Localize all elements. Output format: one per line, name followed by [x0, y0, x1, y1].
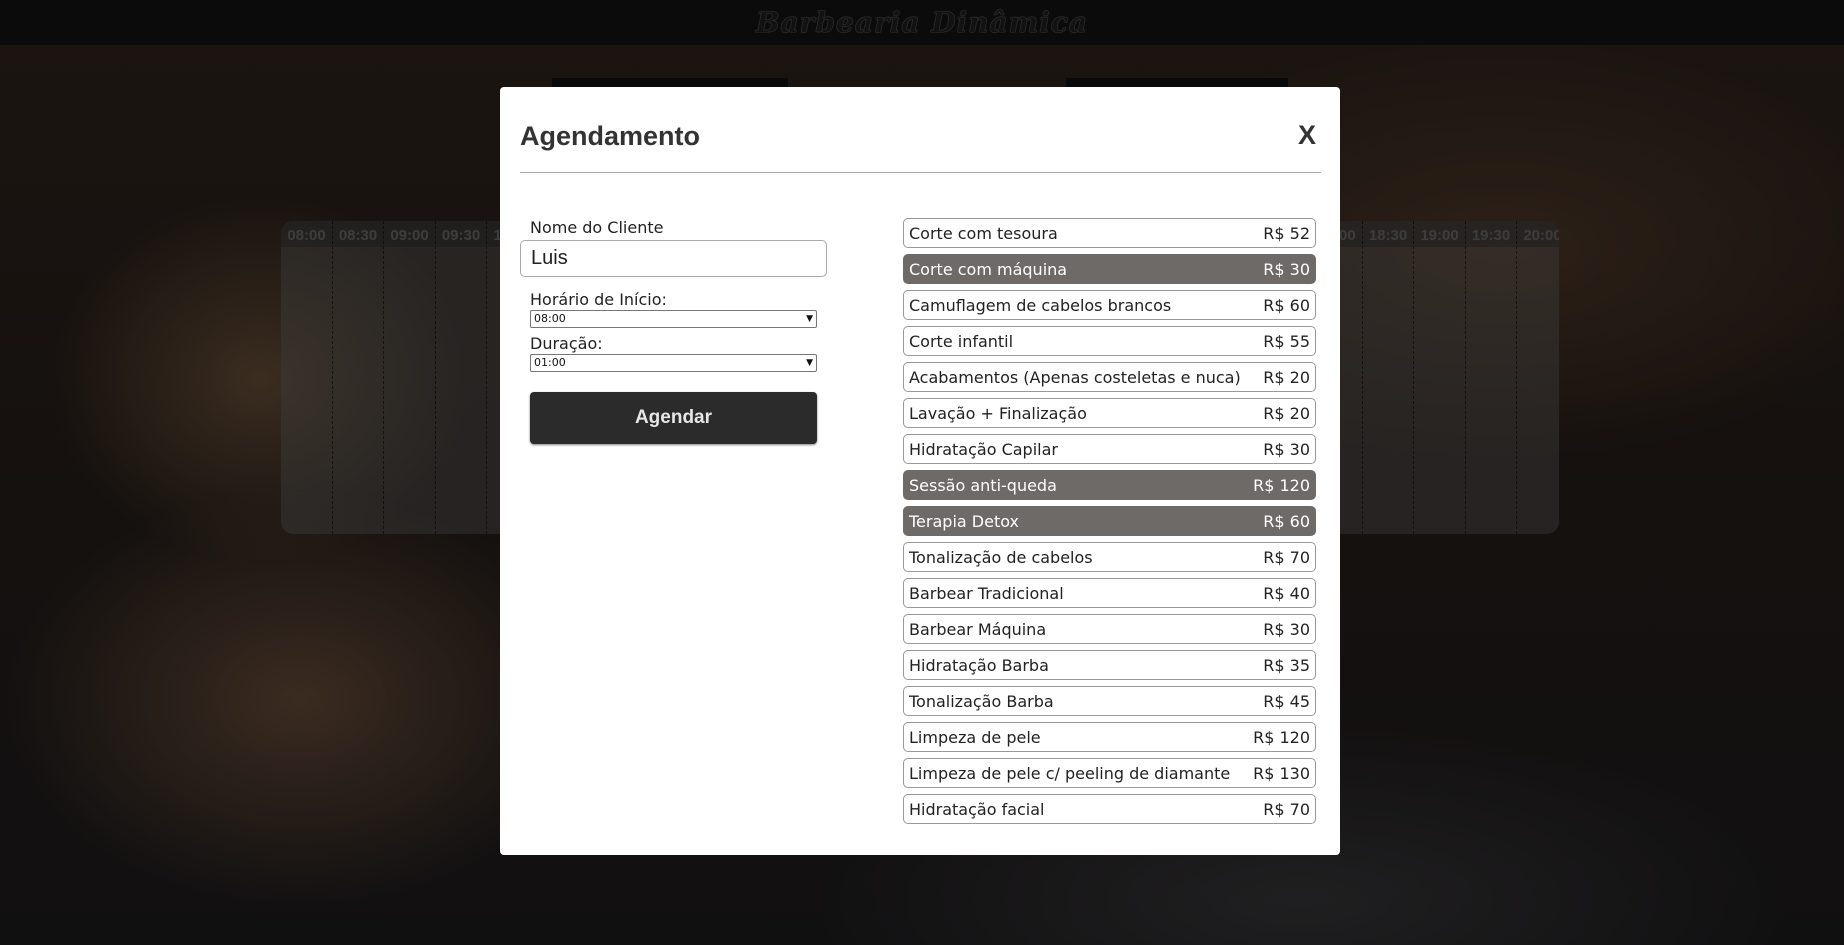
service-item[interactable]: Acabamentos (Apenas costeletas e nuca) R$… — [903, 362, 1316, 392]
service-item[interactable]: Sessão anti-queda R$ 120 — [903, 470, 1316, 500]
duration-select[interactable]: 01:00 ▼ — [530, 354, 817, 372]
service-item[interactable]: Barbear Máquina R$ 30 — [903, 614, 1316, 644]
client-name-input[interactable] — [520, 240, 827, 277]
service-name: Camuflagem de cabelos brancos — [909, 295, 1172, 315]
service-price: R$ 60 — [1263, 511, 1310, 531]
modal-title: Agendamento — [520, 121, 701, 151]
service-price: R$ 52 — [1263, 223, 1310, 243]
service-name: Hidratação Barba — [909, 655, 1049, 675]
service-name: Acabamentos (Apenas costeletas e nuca) — [909, 367, 1241, 387]
service-price: R$ 130 — [1253, 763, 1310, 783]
start-time-label: Horário de Início: — [530, 290, 667, 309]
start-time-select[interactable]: 08:00 ▼ — [530, 310, 817, 328]
chevron-down-icon: ▼ — [806, 358, 813, 368]
schedule-button[interactable]: Agendar — [530, 392, 817, 444]
service-item[interactable]: Tonalização Barba R$ 45 — [903, 686, 1316, 716]
service-item[interactable]: Hidratação Capilar R$ 30 — [903, 434, 1316, 464]
service-price: R$ 120 — [1253, 475, 1310, 495]
service-name: Limpeza de pele — [909, 727, 1041, 747]
service-price: R$ 40 — [1263, 583, 1310, 603]
duration-value: 01:00 — [534, 356, 566, 369]
service-price: R$ 30 — [1263, 259, 1310, 279]
service-price: R$ 20 — [1263, 403, 1310, 423]
service-name: Corte infantil — [909, 331, 1014, 351]
service-price: R$ 30 — [1263, 619, 1310, 639]
service-price: R$ 20 — [1263, 367, 1310, 387]
service-name: Corte com máquina — [909, 259, 1068, 279]
service-name: Terapia Detox — [909, 511, 1019, 531]
service-item[interactable]: Camuflagem de cabelos brancos R$ 60 — [903, 290, 1316, 320]
service-item[interactable]: Corte infantil R$ 55 — [903, 326, 1316, 356]
start-time-value: 08:00 — [534, 312, 566, 325]
service-price: R$ 35 — [1263, 655, 1310, 675]
service-price: R$ 70 — [1263, 799, 1310, 819]
booking-modal: Agendamento X Nome do Cliente Horário de… — [500, 87, 1340, 855]
service-name: Barbear Máquina — [909, 619, 1047, 639]
service-price: R$ 70 — [1263, 547, 1310, 567]
service-price: R$ 30 — [1263, 439, 1310, 459]
service-item[interactable]: Lavação + Finalização R$ 20 — [903, 398, 1316, 428]
service-name: Sessão anti-queda — [909, 475, 1057, 495]
service-item[interactable]: Hidratação Barba R$ 35 — [903, 650, 1316, 680]
close-button[interactable]: X — [1298, 120, 1316, 151]
client-name-label: Nome do Cliente — [530, 218, 664, 237]
service-price: R$ 45 — [1263, 691, 1310, 711]
service-name: Tonalização Barba — [909, 691, 1054, 711]
service-price: R$ 60 — [1263, 295, 1310, 315]
services-list: Corte com tesoura R$ 52 Corte com máquina R… — [903, 218, 1316, 830]
service-name: Corte com tesoura — [909, 223, 1058, 243]
service-item[interactable]: Barbear Tradicional R$ 40 — [903, 578, 1316, 608]
service-item[interactable]: Corte com máquina R$ 30 — [903, 254, 1316, 284]
title-divider — [520, 172, 1321, 173]
service-item[interactable]: Terapia Detox R$ 60 — [903, 506, 1316, 536]
service-name: Tonalização de cabelos — [909, 547, 1093, 567]
service-item[interactable]: Hidratação facial R$ 70 — [903, 794, 1316, 824]
service-price: R$ 120 — [1253, 727, 1310, 747]
service-name: Lavação + Finalização — [909, 403, 1087, 423]
service-name: Hidratação facial — [909, 799, 1045, 819]
service-name: Limpeza de pele c/ peeling de diamante — [909, 763, 1231, 783]
service-price: R$ 55 — [1263, 331, 1310, 351]
service-name: Barbear Tradicional — [909, 583, 1064, 603]
service-item[interactable]: Limpeza de pele c/ peeling de diamante R$… — [903, 758, 1316, 788]
chevron-down-icon: ▼ — [806, 314, 813, 324]
service-name: Hidratação Capilar — [909, 439, 1058, 459]
duration-label: Duração: — [530, 334, 603, 353]
service-item[interactable]: Tonalização de cabelos R$ 70 — [903, 542, 1316, 572]
service-item[interactable]: Limpeza de pele R$ 120 — [903, 722, 1316, 752]
service-item[interactable]: Corte com tesoura R$ 52 — [903, 218, 1316, 248]
